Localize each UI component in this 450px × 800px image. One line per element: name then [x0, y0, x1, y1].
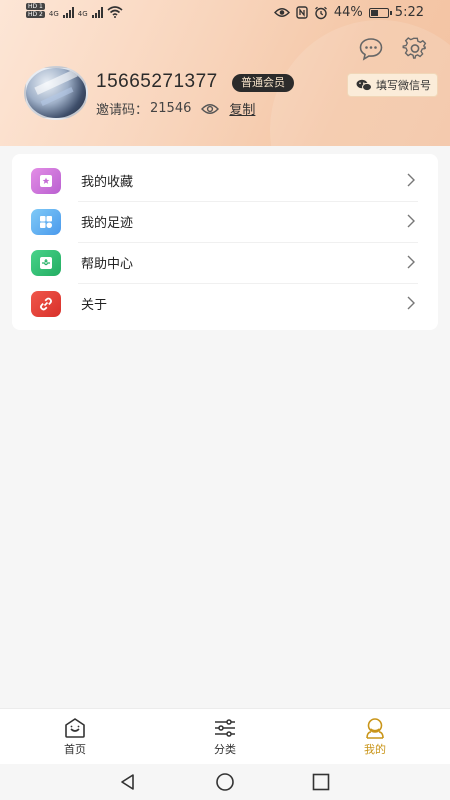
- profile-icon: [366, 718, 384, 739]
- grid-icon: [31, 208, 61, 235]
- menu-item-label: 帮助中心: [81, 257, 134, 272]
- nfc-icon: [296, 6, 308, 19]
- bottom-tab-bar: 首页 分类 我的: [0, 708, 450, 765]
- signal-icon-2: [91, 6, 103, 18]
- menu-item-label: 我的收藏: [81, 175, 134, 190]
- tab-category[interactable]: 分类: [150, 709, 300, 765]
- message-icon[interactable]: [358, 36, 384, 62]
- chevron-right-icon: [407, 296, 415, 310]
- menu-item-help-center[interactable]: 帮助中心: [12, 242, 438, 283]
- system-navigation-bar: [0, 764, 450, 800]
- sliders-icon: [215, 719, 235, 737]
- settings-gear-icon[interactable]: [402, 36, 428, 62]
- user-phone: 15665271377: [96, 71, 218, 92]
- menu-item-about[interactable]: 关于: [12, 283, 438, 324]
- profile-header: HD 1 HD 2 4G 4G 44% 5:22 15665271377 普通会…: [0, 0, 450, 146]
- eye-icon[interactable]: [201, 103, 220, 115]
- home-icon: [65, 718, 85, 738]
- member-level-badge: 普通会员: [232, 74, 294, 92]
- hd-tag-2: HD 2: [26, 11, 45, 18]
- chevron-right-icon: [407, 214, 415, 228]
- avatar[interactable]: [24, 66, 88, 120]
- tab-mine-label: 我的: [364, 743, 386, 756]
- menu-card: 我的收藏 我的足迹 帮助中心 关于: [12, 154, 438, 330]
- network-type-2: 4G: [77, 10, 88, 18]
- help-inbox-icon: [31, 249, 61, 276]
- tab-mine[interactable]: 我的: [300, 709, 450, 765]
- home-circle-icon[interactable]: [215, 772, 235, 792]
- invite-code-value: 21546: [150, 101, 192, 116]
- hd-indicators: HD 1 HD 2: [26, 3, 45, 18]
- status-right: 44% 5:22: [273, 5, 424, 20]
- network-type-1: 4G: [48, 10, 59, 18]
- fill-wechat-label: 填写微信号: [376, 79, 431, 92]
- invite-code-label: 邀请码：: [96, 103, 149, 118]
- status-bar: HD 1 HD 2 4G 4G 44% 5:22: [0, 0, 450, 28]
- fill-wechat-button[interactable]: 填写微信号: [347, 73, 438, 97]
- menu-item-label: 我的足迹: [81, 216, 134, 231]
- header-actions: [358, 36, 428, 62]
- status-left: HD 1 HD 2 4G 4G: [26, 3, 123, 18]
- link-icon: [31, 290, 61, 317]
- clock: 5:22: [394, 5, 424, 20]
- battery-percent: 44%: [333, 5, 363, 20]
- wifi-icon: [107, 6, 123, 18]
- hd-tag-1: HD 1: [26, 3, 45, 10]
- signal-icon: [62, 6, 74, 18]
- invite-code-row: 邀请码： 21546 复制: [96, 99, 255, 118]
- recent-apps-icon[interactable]: [311, 772, 331, 792]
- eye-comfort-icon: [273, 8, 290, 17]
- copy-invite-code-button[interactable]: 复制: [229, 99, 255, 118]
- alarm-icon: [314, 6, 327, 19]
- battery-icon: [368, 7, 392, 18]
- tab-home[interactable]: 首页: [0, 709, 150, 765]
- menu-item-label: 关于: [81, 298, 108, 313]
- battery-fill: [370, 9, 378, 16]
- chevron-right-icon: [407, 255, 415, 269]
- tab-category-label: 分类: [214, 743, 236, 756]
- back-icon[interactable]: [118, 772, 138, 792]
- chevron-right-icon: [407, 173, 415, 187]
- tab-home-label: 首页: [64, 743, 86, 756]
- bookmark-icon: [31, 167, 61, 194]
- wechat-icon: [356, 79, 372, 91]
- menu-item-favorites[interactable]: 我的收藏: [12, 160, 438, 201]
- menu-item-history[interactable]: 我的足迹: [12, 201, 438, 242]
